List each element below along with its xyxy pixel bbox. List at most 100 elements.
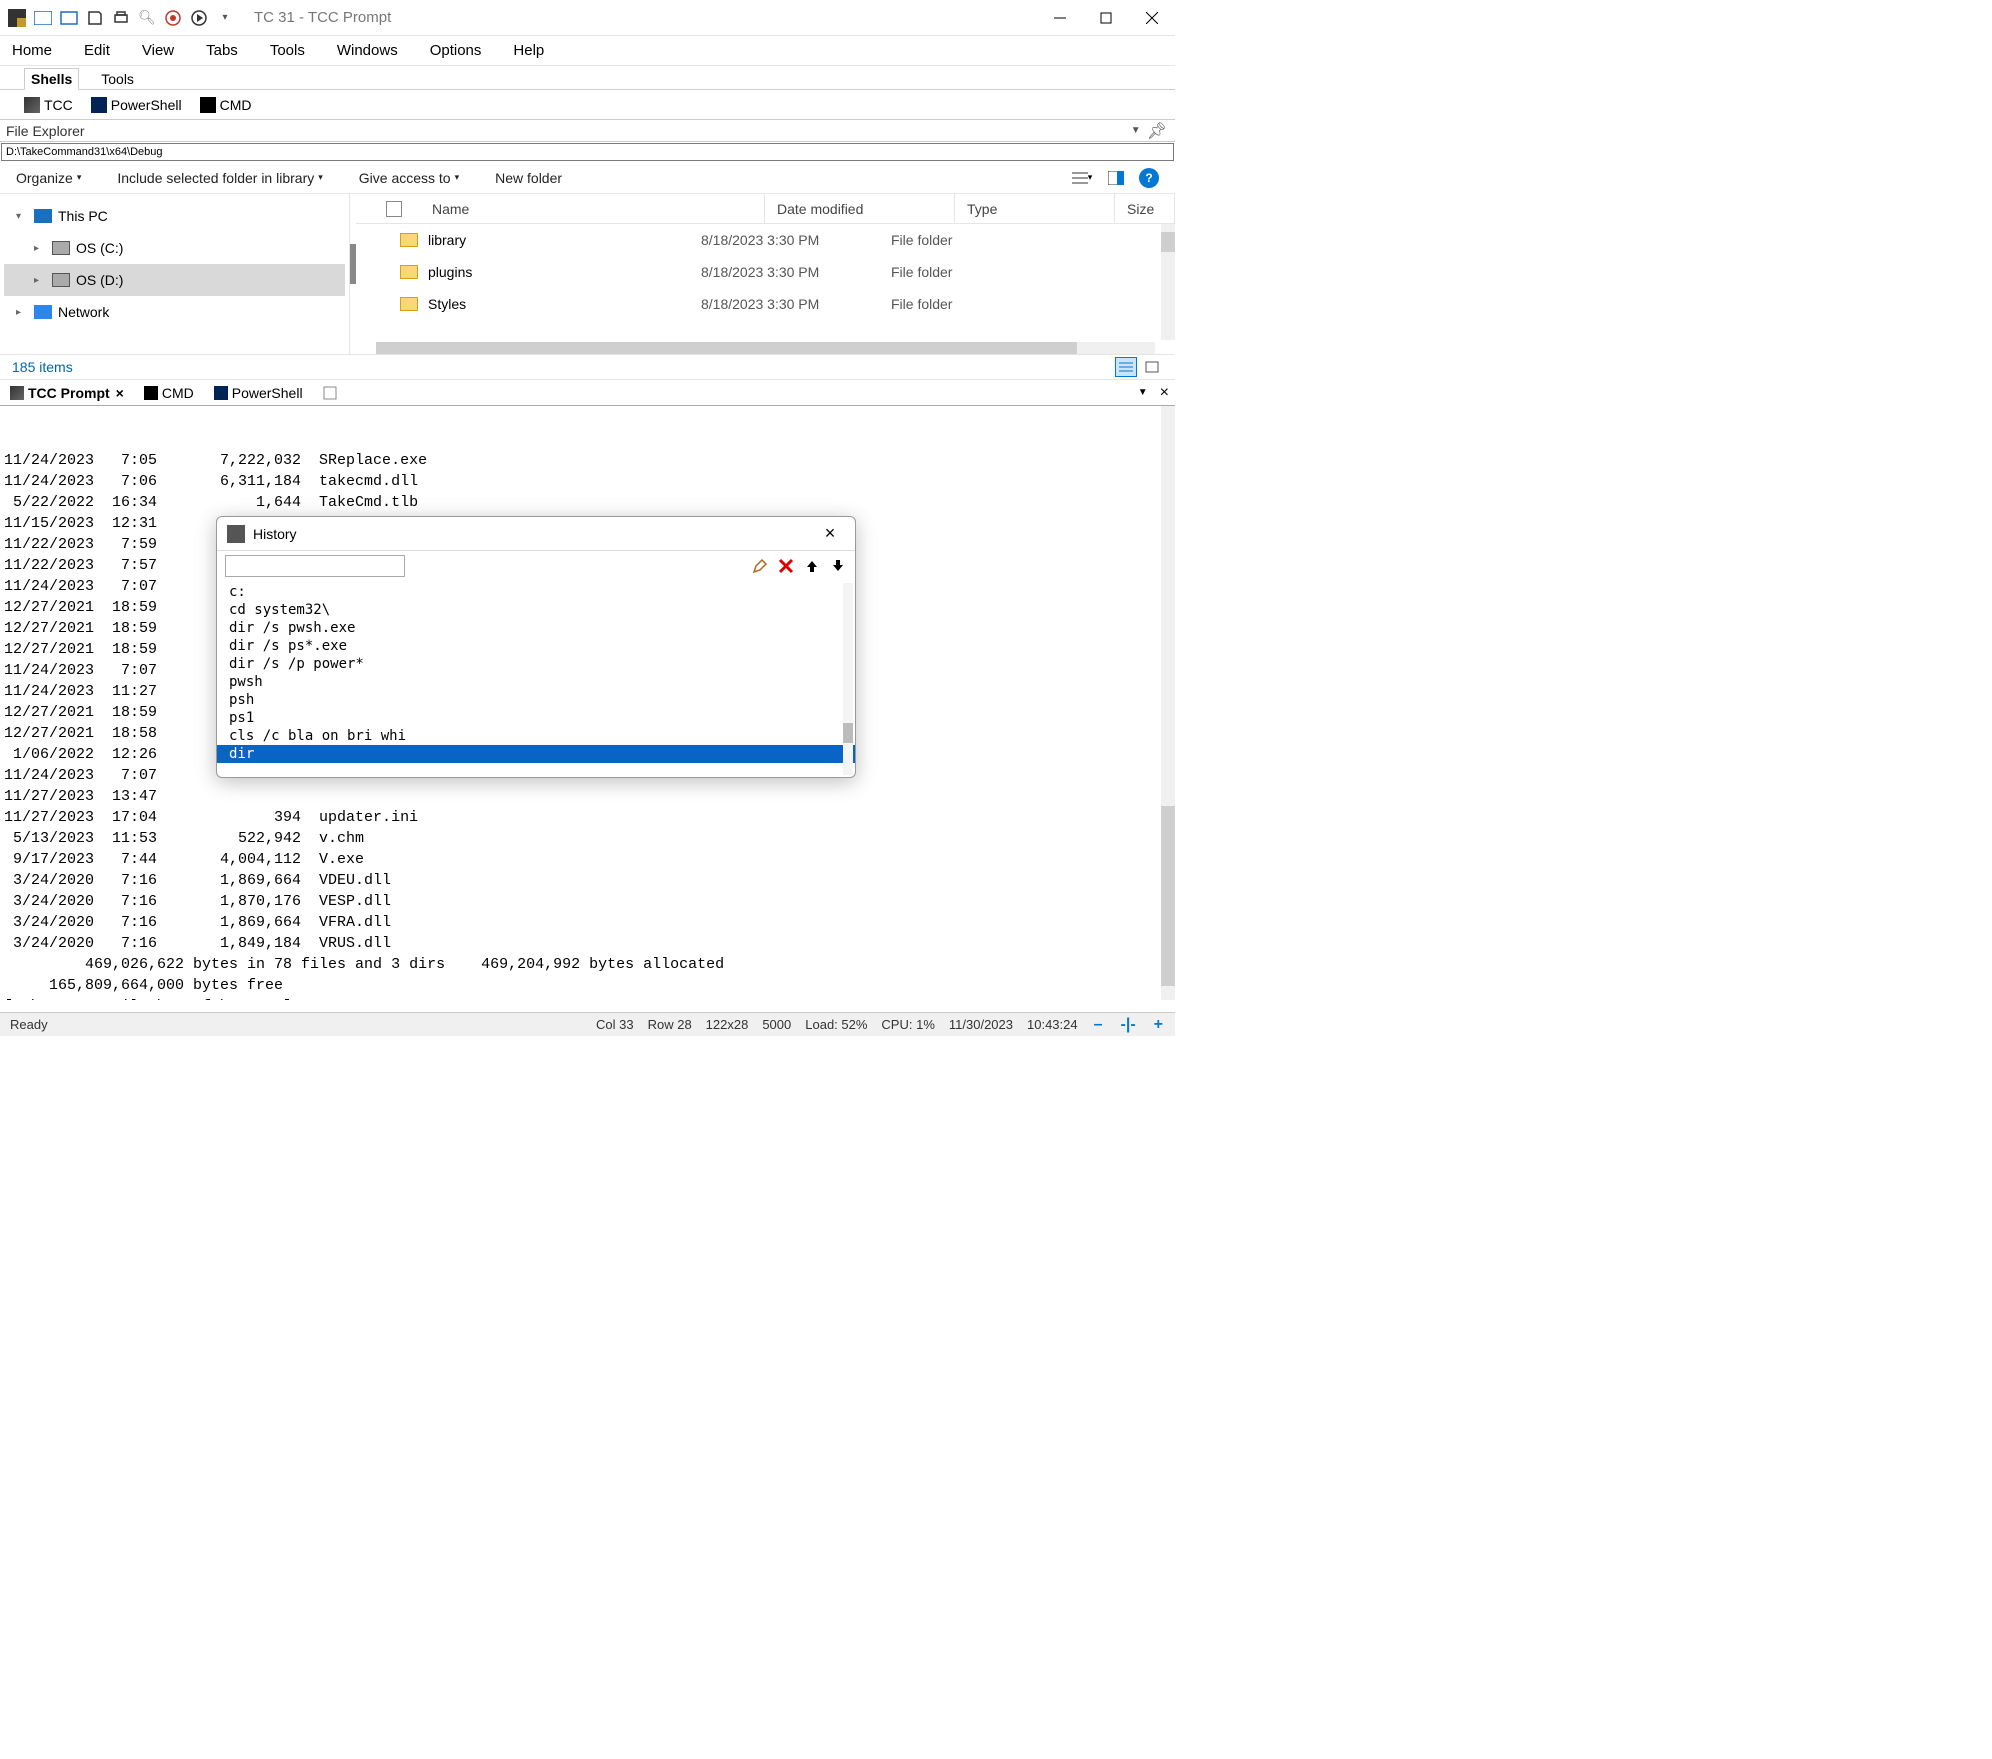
menu-tabs[interactable]: Tabs xyxy=(202,40,242,61)
preview-pane-icon[interactable] xyxy=(1105,167,1127,189)
history-title-bar[interactable]: History × xyxy=(217,517,855,551)
shell-powershell[interactable]: PowerShell xyxy=(91,97,182,113)
tab-dropdown-icon[interactable]: ▼ xyxy=(1132,387,1154,398)
delete-icon[interactable] xyxy=(777,557,795,575)
tcc-icon xyxy=(10,386,24,400)
history-item[interactable]: c: xyxy=(229,583,843,601)
maximize-button[interactable] xyxy=(1083,0,1129,36)
tree-network[interactable]: ▸Network xyxy=(4,296,345,328)
tab-tcc-prompt[interactable]: TCC Prompt× xyxy=(0,380,134,405)
fe-dropdown-icon[interactable]: ▼ xyxy=(1127,125,1145,136)
print-icon[interactable] xyxy=(112,9,130,27)
terminal-line: 3/24/2020 7:16 1,849,184 VRUS.dll xyxy=(4,933,1171,954)
record-icon[interactable] xyxy=(164,9,182,27)
horizontal-scrollbar[interactable] xyxy=(376,342,1155,354)
tree-this-pc[interactable]: ▾This PC xyxy=(4,200,345,232)
select-all-checkbox[interactable] xyxy=(386,201,402,217)
view-list-icon[interactable]: ▾ xyxy=(1071,167,1093,189)
menu-help[interactable]: Help xyxy=(509,40,548,61)
path-bar[interactable]: D:\TakeCommand31\x64\Debug xyxy=(1,143,1174,161)
terminal-line: 3/24/2020 7:16 1,869,664 VDEU.dll xyxy=(4,870,1171,891)
tab-shells[interactable]: Shells xyxy=(24,68,79,90)
terminal-line: 5/22/2022 16:34 1,644 TakeCmd.tlb xyxy=(4,492,1171,513)
history-item[interactable]: pwsh xyxy=(229,673,843,691)
save-all-icon[interactable] xyxy=(60,9,78,27)
terminal-tab-strip: TCC Prompt× CMD PowerShell ▼ × xyxy=(0,380,1175,406)
give-access-button[interactable]: Give access to▾ xyxy=(359,170,459,186)
tree-os-d[interactable]: ▸OS (D:) xyxy=(4,264,345,296)
move-down-icon[interactable] xyxy=(829,557,847,575)
history-item[interactable]: dir /s ps*.exe xyxy=(229,637,843,655)
organize-button[interactable]: Organize▾ xyxy=(16,170,81,186)
new-tab-button[interactable] xyxy=(313,380,347,405)
powershell-icon xyxy=(214,386,228,400)
open-folder-icon[interactable] xyxy=(34,9,52,27)
view-details-icon[interactable] xyxy=(1115,357,1137,377)
file-row[interactable]: Styles8/18/2023 3:30 PMFile folder xyxy=(356,288,1175,320)
chevron-down-icon[interactable]: ▾ xyxy=(16,211,28,222)
history-scrollbar[interactable] xyxy=(843,583,853,775)
terminal-scrollbar[interactable] xyxy=(1161,406,1175,1000)
history-search-input[interactable] xyxy=(225,555,405,577)
shell-cmd[interactable]: CMD xyxy=(200,97,252,113)
history-item[interactable]: dir /s pwsh.exe xyxy=(229,619,843,637)
menu-bar: Home Edit View Tabs Tools Windows Option… xyxy=(0,36,1175,66)
terminal-line: 3/24/2020 7:16 1,870,176 VESP.dll xyxy=(4,891,1171,912)
search-small-icon[interactable]: 🔍︎ xyxy=(138,9,156,27)
edit-icon[interactable] xyxy=(751,557,769,575)
file-explorer: ▾This PC ▸OS (C:) ▸OS (D:) ▸Network Name… xyxy=(0,194,1175,354)
menu-view[interactable]: View xyxy=(138,40,178,61)
col-name[interactable]: Name xyxy=(420,194,765,223)
save-icon[interactable] xyxy=(86,9,104,27)
move-up-icon[interactable] xyxy=(803,557,821,575)
file-row[interactable]: plugins8/18/2023 3:30 PMFile folder xyxy=(356,256,1175,288)
menu-options[interactable]: Options xyxy=(426,40,486,61)
close-panel-icon[interactable]: × xyxy=(1154,384,1175,402)
vertical-scrollbar[interactable] xyxy=(1161,224,1175,340)
chevron-right-icon[interactable]: ▸ xyxy=(34,275,46,286)
history-item[interactable]: cd system32\ xyxy=(229,601,843,619)
font-reset-button[interactable]: -|- xyxy=(1119,1016,1138,1034)
view-large-icon[interactable] xyxy=(1141,357,1163,377)
file-explorer-title: File Explorer xyxy=(6,123,85,139)
shell-tcc[interactable]: TCC xyxy=(24,97,73,113)
pin-icon[interactable]: 📌︎ xyxy=(1145,121,1169,141)
close-button[interactable] xyxy=(1129,0,1175,36)
tree-os-c[interactable]: ▸OS (C:) xyxy=(4,232,345,264)
tab-cmd[interactable]: CMD xyxy=(134,380,204,405)
tcc-icon xyxy=(24,97,40,113)
history-close-button[interactable]: × xyxy=(815,523,845,544)
tab-powershell[interactable]: PowerShell xyxy=(204,380,313,405)
font-increase-button[interactable]: + xyxy=(1152,1016,1165,1034)
font-decrease-button[interactable]: – xyxy=(1092,1016,1105,1034)
menu-edit[interactable]: Edit xyxy=(80,40,114,61)
menu-tools[interactable]: Tools xyxy=(266,40,309,61)
col-date[interactable]: Date modified xyxy=(765,194,955,223)
minimize-button[interactable] xyxy=(1037,0,1083,36)
include-library-button[interactable]: Include selected folder in library▾ xyxy=(117,170,322,186)
tab-tools[interactable]: Tools xyxy=(95,69,140,89)
history-item[interactable]: psh xyxy=(229,691,843,709)
history-item[interactable]: dir /s /p power* xyxy=(229,655,843,673)
history-list[interactable]: c:cd system32\dir /s pwsh.exedir /s ps*.… xyxy=(217,581,855,777)
col-type[interactable]: Type xyxy=(955,194,1115,223)
new-folder-button[interactable]: New folder xyxy=(495,170,562,186)
chevron-right-icon[interactable]: ▸ xyxy=(16,307,28,318)
file-row[interactable]: library8/18/2023 3:30 PMFile folder xyxy=(356,224,1175,256)
status-cpu: CPU: 1% xyxy=(881,1017,934,1032)
col-size[interactable]: Size xyxy=(1115,194,1175,223)
window-title: TC 31 - TCC Prompt xyxy=(254,9,391,26)
history-item-selected[interactable]: dir xyxy=(217,745,855,763)
close-tab-icon[interactable]: × xyxy=(116,385,124,401)
drive-icon xyxy=(52,241,70,255)
drive-icon xyxy=(52,273,70,287)
chevron-right-icon[interactable]: ▸ xyxy=(34,243,46,254)
help-icon[interactable]: ? xyxy=(1139,168,1159,188)
qat-dropdown-icon[interactable]: ▾ xyxy=(216,9,234,27)
history-item[interactable]: ps1 xyxy=(229,709,843,727)
menu-home[interactable]: Home xyxy=(8,40,56,61)
history-item[interactable]: cls /c bla on bri whi xyxy=(229,727,843,745)
menu-windows[interactable]: Windows xyxy=(333,40,402,61)
play-icon[interactable] xyxy=(190,9,208,27)
shells-tab-strip: Shells Tools xyxy=(0,66,1175,90)
